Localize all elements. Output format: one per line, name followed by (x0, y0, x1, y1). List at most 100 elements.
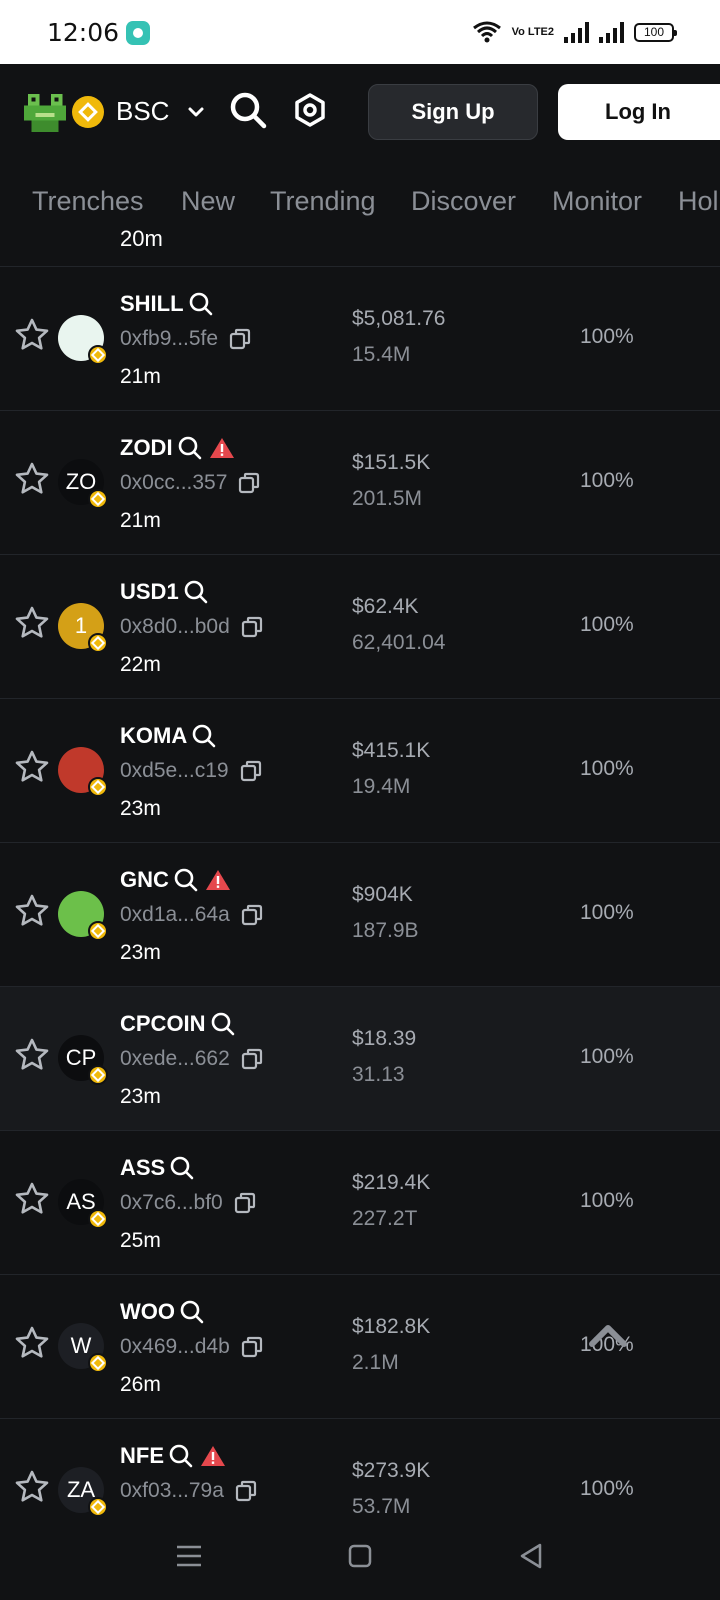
sign-up-button[interactable]: Sign Up (368, 84, 538, 140)
token-avatar: ZA (58, 1467, 108, 1516)
home-icon[interactable] (348, 1544, 372, 1568)
token-row[interactable]: CP CPCOIN 0xede...662 23m $18.39 31.13 100% (0, 986, 720, 1130)
token-address: 0xfb9...5fe (120, 327, 219, 350)
favorite-star-icon[interactable] (14, 1037, 50, 1073)
token-address: 0xede...662 (120, 1047, 230, 1070)
token-row[interactable]: GNC 0xd1a...64a 23m $904K 187.9B 100% (0, 842, 720, 986)
token-symbol[interactable]: NFE (120, 1443, 164, 1469)
bnb-chain-icon[interactable] (72, 96, 104, 128)
status-bar: 12:06 Vo LTE2 100 (0, 0, 720, 64)
token-row[interactable]: ZO ZODI 0x0cc...357 21m $151.5K 201.5M 100% (0, 410, 720, 554)
token-age: 22m (120, 653, 161, 676)
tab-discover[interactable]: Discover (411, 186, 516, 217)
copy-icon[interactable] (240, 1335, 264, 1359)
token-row[interactable]: KOMA 0xd5e...c19 23m $415.1K 19.4M 100% (0, 698, 720, 842)
status-indicators: Vo LTE2 100 (472, 18, 677, 46)
chain-selector[interactable]: BSC (116, 96, 169, 127)
token-address-line: 0xd1a...64a (120, 903, 264, 927)
search-icon[interactable] (228, 90, 268, 130)
favorite-star-icon[interactable] (14, 893, 50, 929)
copy-icon[interactable] (237, 471, 261, 495)
token-address: 0xd5e...c19 (120, 759, 229, 782)
scroll-to-top-icon[interactable] (586, 1320, 630, 1350)
token-address: 0x0cc...357 (120, 471, 228, 494)
search-token-icon[interactable] (169, 1155, 195, 1181)
recent-apps-icon[interactable] (176, 1544, 202, 1568)
token-percent: 100% (580, 1045, 634, 1068)
token-address: 0xf03...79a (120, 1479, 224, 1502)
search-token-icon[interactable] (173, 867, 199, 893)
token-avatar: AS (58, 1179, 108, 1229)
token-address: 0x7c6...bf0 (120, 1191, 223, 1214)
warning-icon (209, 436, 235, 460)
token-percent: 100% (580, 469, 634, 492)
token-market-cap: $18.39 (352, 1027, 417, 1050)
favorite-star-icon[interactable] (14, 749, 50, 785)
favorite-star-icon[interactable] (14, 1181, 50, 1217)
copy-icon[interactable] (239, 759, 263, 783)
search-token-icon[interactable] (177, 435, 203, 461)
token-symbol[interactable]: SHILL (120, 291, 184, 317)
bnb-badge-icon (88, 1497, 108, 1516)
tab-trending[interactable]: Trending (270, 186, 376, 217)
token-name-line: ASS (120, 1153, 195, 1183)
favorite-star-icon[interactable] (14, 605, 50, 641)
token-name-line: SHILL (120, 289, 214, 319)
token-address: 0x8d0...b0d (120, 615, 230, 638)
search-token-icon[interactable] (210, 1011, 236, 1037)
token-name-line: GNC (120, 865, 231, 895)
token-symbol[interactable]: ASS (120, 1155, 165, 1181)
copy-icon[interactable] (240, 903, 264, 927)
token-name-line: USD1 (120, 577, 209, 607)
token-symbol[interactable]: GNC (120, 867, 169, 893)
search-token-icon[interactable] (183, 579, 209, 605)
settings-icon[interactable] (292, 92, 328, 128)
search-token-icon[interactable] (191, 723, 217, 749)
token-row[interactable]: SHILL 0xfb9...5fe 21m $5,081.76 15.4M 100% (0, 266, 720, 410)
favorite-star-icon[interactable] (14, 317, 50, 353)
token-market-cap: $904K (352, 883, 413, 906)
token-row[interactable]: ZA NFE 0xf03...79a $273.9K 53.7M 100% (0, 1418, 720, 1516)
battery-icon: 100 (634, 22, 677, 42)
search-token-icon[interactable] (168, 1443, 194, 1469)
tab-new[interactable]: New (181, 186, 235, 217)
token-avatar (58, 891, 108, 941)
token-row[interactable]: AS ASS 0x7c6...bf0 25m $219.4K 227.2T 100% (0, 1130, 720, 1274)
token-supply: 15.4M (352, 343, 411, 366)
token-age: 21m (120, 365, 161, 388)
tab-holding[interactable]: Hol (678, 186, 719, 217)
copy-icon[interactable] (233, 1191, 257, 1215)
favorite-star-icon[interactable] (14, 1469, 50, 1505)
search-token-icon[interactable] (179, 1299, 205, 1325)
system-nav-bar (0, 1516, 720, 1600)
tab-trenches[interactable]: Trenches (32, 186, 144, 217)
search-token-icon[interactable] (188, 291, 214, 317)
token-symbol[interactable]: ZODI (120, 435, 173, 461)
token-avatar-text: 1 (74, 613, 88, 638)
back-icon[interactable] (518, 1542, 544, 1570)
bnb-badge-icon (88, 489, 108, 509)
log-in-button[interactable]: Log In (558, 84, 720, 140)
frog-logo-icon[interactable] (24, 90, 70, 136)
favorite-star-icon[interactable] (14, 1325, 50, 1361)
token-row[interactable]: 1 USD1 0x8d0...b0d 22m $62.4K 62,401.04 100% (0, 554, 720, 698)
volte-indicator: Vo LTE2 (511, 26, 554, 38)
chevron-down-icon[interactable] (186, 102, 206, 122)
token-symbol[interactable]: USD1 (120, 579, 179, 605)
copy-icon[interactable] (240, 615, 264, 639)
copy-icon[interactable] (228, 327, 252, 351)
copy-icon[interactable] (240, 1047, 264, 1071)
favorite-star-icon[interactable] (14, 461, 50, 497)
tab-monitor[interactable]: Monitor (552, 186, 642, 217)
token-supply: 62,401.04 (352, 631, 446, 654)
token-age: 23m (120, 797, 161, 820)
token-symbol[interactable]: KOMA (120, 723, 187, 749)
copy-icon[interactable] (234, 1479, 258, 1503)
token-symbol[interactable]: CPCOIN (120, 1011, 206, 1037)
list-item-partial[interactable]: 20m (0, 226, 720, 266)
token-symbol[interactable]: WOO (120, 1299, 175, 1325)
token-market-cap: $415.1K (352, 739, 431, 762)
token-supply: 201.5M (352, 487, 423, 510)
token-avatar: CP (58, 1035, 108, 1085)
token-address-line: 0x8d0...b0d (120, 615, 264, 639)
